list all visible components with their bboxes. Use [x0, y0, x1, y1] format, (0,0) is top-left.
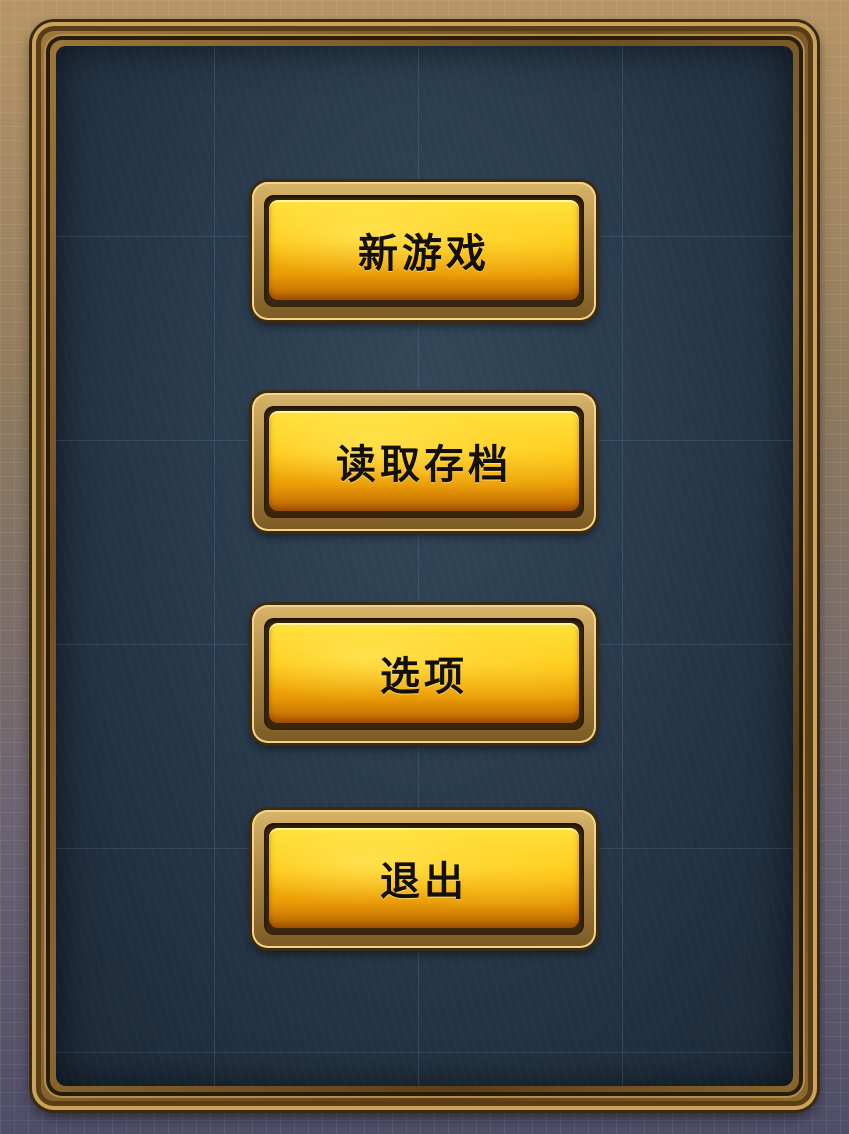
button-face: 退出: [269, 828, 579, 928]
load-save-button[interactable]: 读取存档: [252, 393, 596, 531]
button-face: 选项: [269, 623, 579, 723]
button-face: 新游戏: [269, 200, 579, 300]
button-face: 读取存档: [269, 411, 579, 511]
new-game-button[interactable]: 新游戏: [252, 182, 596, 320]
options-button[interactable]: 选项: [252, 605, 596, 743]
new-game-label: 新游戏: [358, 231, 490, 277]
exit-label: 退出: [380, 859, 468, 905]
options-label: 选项: [380, 654, 468, 700]
load-save-label: 读取存档: [336, 442, 512, 488]
exit-button[interactable]: 退出: [252, 810, 596, 948]
